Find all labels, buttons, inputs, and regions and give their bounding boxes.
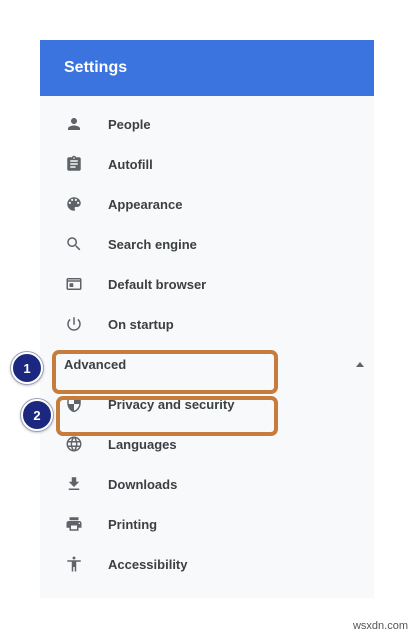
menu-item-label: Accessibility — [108, 556, 188, 572]
menu-item-label: Downloads — [108, 476, 178, 492]
palette-icon — [40, 195, 108, 213]
caret-up-icon — [356, 361, 364, 367]
callout-badge-1: 1 — [11, 352, 43, 384]
menu-item-label: People — [108, 116, 151, 132]
power-icon — [40, 315, 108, 333]
settings-menu: People Autofill Appearance Search engine — [40, 104, 374, 584]
clipboard-icon — [40, 155, 108, 173]
globe-icon — [40, 435, 108, 453]
settings-panel: Settings People Autofill Appearance Sear… — [40, 40, 374, 598]
menu-item-label: Appearance — [108, 196, 183, 212]
menu-item-default-browser[interactable]: Default browser — [40, 264, 374, 304]
callout-badge-2: 2 — [21, 399, 53, 431]
menu-item-accessibility[interactable]: Accessibility — [40, 544, 374, 584]
menu-item-search-engine[interactable]: Search engine — [40, 224, 374, 264]
accessibility-icon — [40, 555, 108, 573]
menu-item-label: Languages — [108, 436, 177, 452]
watermark: wsxdn.com — [352, 620, 408, 632]
menu-item-downloads[interactable]: Downloads — [40, 464, 374, 504]
menu-item-autofill[interactable]: Autofill — [40, 144, 374, 184]
page-title: Settings — [64, 59, 128, 76]
menu-item-people[interactable]: People — [40, 104, 374, 144]
menu-item-label: Search engine — [108, 236, 197, 252]
menu-item-label: Autofill — [108, 156, 153, 172]
printer-icon — [40, 515, 108, 533]
menu-item-languages[interactable]: Languages — [40, 424, 374, 464]
menu-item-label: Printing — [108, 516, 158, 532]
menu-item-label: Privacy and security — [108, 396, 235, 412]
menu-item-privacy-and-security[interactable]: Privacy and security — [40, 384, 374, 424]
menu-item-appearance[interactable]: Appearance — [40, 184, 374, 224]
menu-item-on-startup[interactable]: On startup — [40, 304, 374, 344]
advanced-label: Advanced — [64, 356, 127, 372]
person-icon — [40, 115, 108, 133]
browser-window-icon — [40, 275, 108, 293]
menu-item-label: Default browser — [108, 276, 207, 292]
menu-item-label: On startup — [108, 316, 174, 332]
callout-number: 2 — [33, 407, 41, 423]
search-icon — [40, 235, 108, 253]
download-icon — [40, 475, 108, 493]
settings-header: Settings — [40, 40, 374, 96]
menu-item-printing[interactable]: Printing — [40, 504, 374, 544]
advanced-toggle[interactable]: Advanced — [40, 344, 374, 384]
callout-number: 1 — [23, 360, 31, 376]
